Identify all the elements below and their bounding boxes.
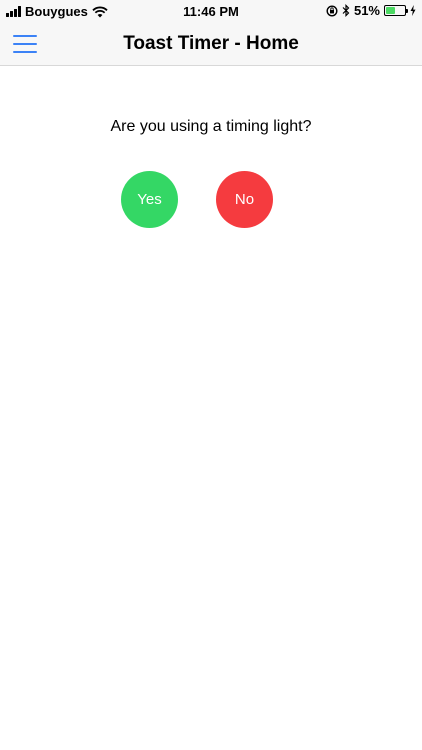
battery-fill — [386, 7, 396, 14]
bluetooth-icon — [342, 4, 350, 17]
orientation-lock-icon — [326, 4, 338, 17]
no-button[interactable]: No — [216, 171, 273, 228]
navigation-bar: Toast Timer - Home — [0, 22, 422, 66]
battery-icon — [384, 5, 408, 16]
status-bar: Bouygues 11:46 PM 51% — [0, 0, 422, 22]
charging-bolt-icon — [410, 5, 416, 16]
yes-button[interactable]: Yes — [121, 171, 178, 228]
battery-percent: 51% — [353, 3, 380, 18]
timing-light-question: Are you using a timing light? — [110, 118, 312, 135]
page-title: Toast Timer - Home — [123, 33, 299, 54]
status-right: 51% — [326, 3, 416, 18]
